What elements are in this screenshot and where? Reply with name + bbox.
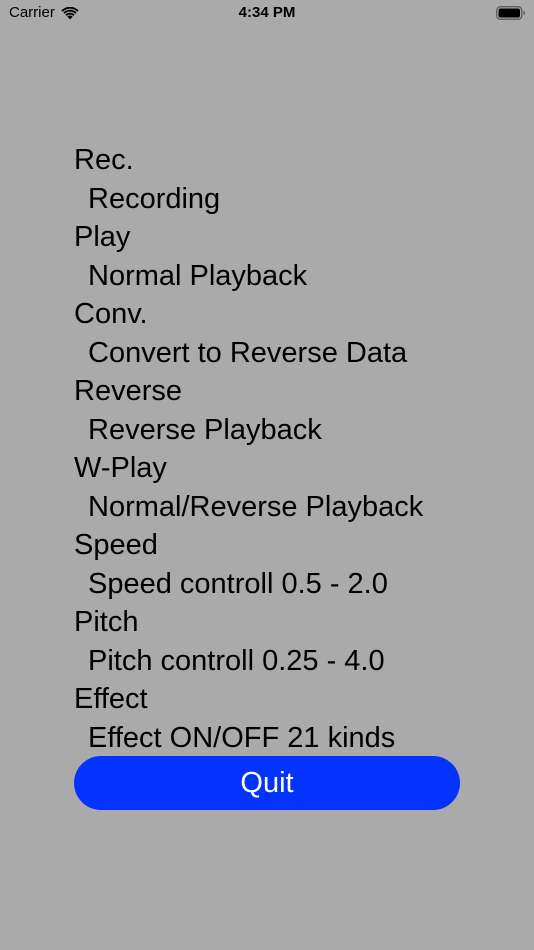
help-key: Reverse [74, 375, 182, 407]
help-description: Normal/Reverse Playback [88, 490, 424, 523]
help-key: Effect [74, 683, 148, 715]
help-item-speed: Speed Speed controll 0.5 - 2.0 [74, 526, 494, 603]
help-description: Reverse Playback [88, 413, 322, 446]
quit-button[interactable]: Quit [74, 756, 460, 810]
help-key: Rec. [74, 144, 134, 176]
help-item-rec: Rec. Recording [74, 141, 494, 218]
help-item-conv: Conv. Convert to Reverse Data [74, 295, 494, 372]
help-description: Speed controll 0.5 - 2.0 [88, 567, 388, 600]
help-key: Conv. [74, 298, 148, 330]
help-description: Pitch controll 0.25 - 4.0 [88, 644, 385, 677]
help-item-reverse: Reverse Reverse Playback [74, 372, 494, 449]
help-item-effect: Effect Effect ON/OFF 21 kinds [74, 680, 494, 757]
help-key: W-Play [74, 452, 167, 484]
status-bar: Carrier 4:34 PM [0, 0, 534, 28]
help-description: Normal Playback [88, 259, 308, 292]
battery-icon [496, 6, 526, 20]
status-time: 4:34 PM [238, 4, 296, 21]
help-description: Effect ON/OFF 21 kinds [88, 721, 396, 754]
help-key: Play [74, 221, 131, 253]
help-item-w-play: W-Play Normal/Reverse Playback [74, 449, 494, 526]
help-list: Rec. Recording Play Normal Playback Conv… [74, 141, 494, 757]
help-key: Speed [74, 529, 158, 561]
help-item-play: Play Normal Playback [74, 218, 494, 295]
help-key: Pitch [74, 606, 139, 638]
help-description: Recording [88, 182, 221, 215]
help-description: Convert to Reverse Data [88, 336, 408, 369]
help-item-pitch: Pitch Pitch controll 0.25 - 4.0 [74, 603, 494, 680]
